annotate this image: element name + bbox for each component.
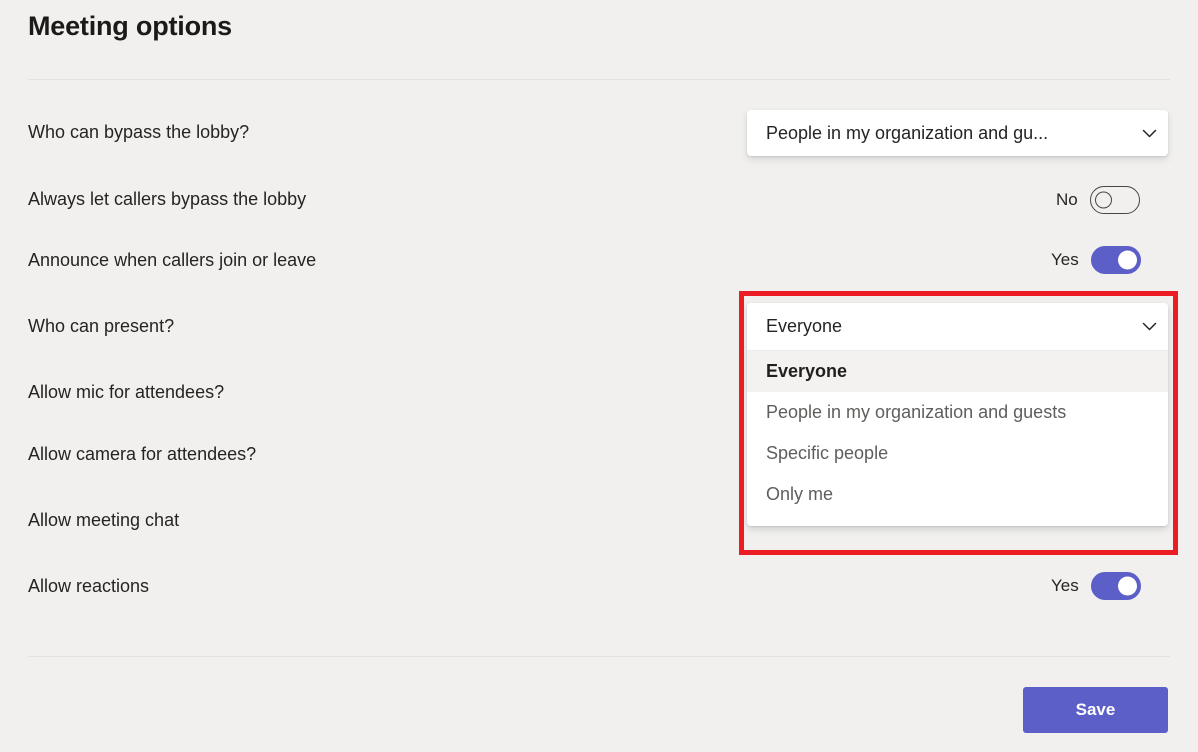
toggle-state-label-always-let-callers-bypass-lobby: No [1056, 190, 1078, 209]
dropdown-who-can-bypass-lobby-value: People in my organization and gu... [766, 122, 1049, 143]
toggle-group-allow-reactions: Yes [1051, 572, 1141, 600]
page-title: Meeting options [28, 11, 232, 41]
toggle-thumb [1094, 191, 1112, 209]
chevron-down-icon [1130, 317, 1168, 336]
combobox-who-can-present: Everyone Everyone People in my organizat… [747, 303, 1168, 526]
toggle-thumb [1117, 250, 1137, 270]
dropdown-who-can-bypass-lobby[interactable]: People in my organization and gu... [747, 110, 1168, 156]
chevron-down-icon [1130, 124, 1168, 143]
label-who-can-present: Who can present? [28, 316, 175, 336]
header-divider [28, 79, 1170, 80]
footer-divider [28, 656, 1170, 657]
label-allow-meeting-chat: Allow meeting chat [28, 510, 180, 530]
toggle-group-always-let-callers-bypass-lobby: No [1056, 186, 1140, 214]
combobox-who-can-present-value: Everyone [766, 316, 843, 336]
label-announce-when-callers-join-or-leave: Announce when callers join or leave [28, 250, 317, 270]
toggle-thumb [1117, 576, 1137, 596]
toggle-announce-when-callers-join-or-leave[interactable] [1090, 246, 1141, 274]
toggle-allow-reactions[interactable] [1090, 572, 1141, 600]
option-people-in-my-organization-and-guests[interactable]: People in my organization and guests [747, 392, 1168, 433]
save-button[interactable]: Save [1023, 687, 1168, 733]
combobox-who-can-present-options: Everyone People in my organization and g… [747, 351, 1168, 526]
label-always-let-callers-bypass-lobby: Always let callers bypass the lobby [28, 189, 307, 209]
label-allow-camera-for-attendees: Allow camera for attendees? [28, 444, 257, 464]
option-specific-people[interactable]: Specific people [747, 433, 1168, 474]
label-allow-reactions: Allow reactions [28, 576, 150, 596]
toggle-group-announce-when-callers-join-or-leave: Yes [1051, 246, 1141, 274]
combobox-who-can-present-field[interactable]: Everyone [747, 303, 1168, 350]
toggle-state-label-allow-reactions: Yes [1051, 576, 1079, 595]
option-only-me[interactable]: Only me [747, 474, 1168, 515]
label-allow-mic-for-attendees: Allow mic for attendees? [28, 382, 225, 402]
toggle-always-let-callers-bypass-lobby[interactable] [1089, 186, 1140, 214]
option-everyone[interactable]: Everyone [747, 351, 1168, 392]
label-who-can-bypass-lobby: Who can bypass the lobby? [28, 122, 250, 142]
toggle-state-label-announce-when-callers-join-or-leave: Yes [1051, 250, 1079, 269]
